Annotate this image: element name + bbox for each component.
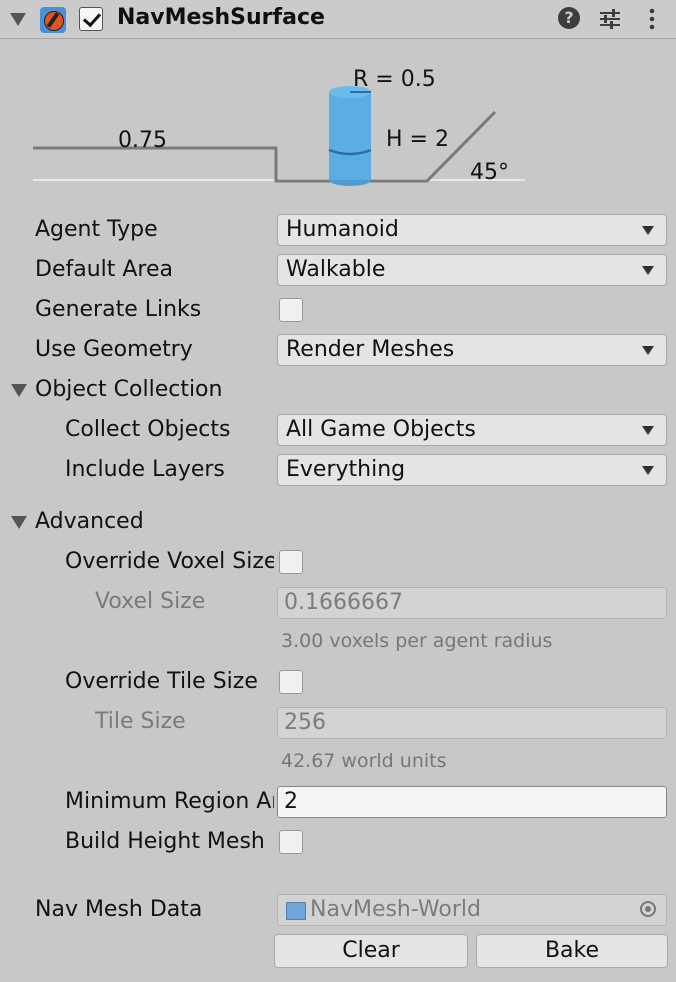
dropdown-arrow-icon — [642, 266, 654, 275]
clear-button[interactable]: Clear — [274, 934, 468, 968]
advanced-header[interactable]: Advanced — [35, 509, 144, 534]
tile-size-field: 256 — [277, 707, 667, 739]
voxel-size-field: 0.1666667 — [277, 587, 667, 619]
dropdown-arrow-icon — [642, 346, 654, 355]
help-icon[interactable]: ? — [558, 7, 580, 29]
checkmark-icon — [82, 8, 102, 28]
include-layers-dropdown[interactable]: Everything — [277, 454, 667, 486]
component-title: NavMeshSurface — [117, 5, 325, 30]
override-tile-size-label: Override Tile Size — [65, 669, 258, 694]
override-voxel-size-checkbox[interactable] — [279, 550, 303, 574]
voxel-help-text: 3.00 voxels per agent radius — [281, 630, 553, 652]
default-area-label: Default Area — [35, 257, 174, 282]
tile-help-text: 42.67 world units — [281, 750, 447, 772]
bake-button[interactable]: Bake — [476, 934, 668, 968]
collapse-arrow-icon[interactable] — [10, 13, 26, 26]
object-picker-icon[interactable] — [640, 901, 656, 917]
agent-diagram: R = 0.5 H = 2 0.75 45° — [33, 67, 525, 186]
include-layers-value: Everything — [286, 457, 406, 482]
diagram-agent-cylinder — [329, 92, 371, 180]
agent-type-label: Agent Type — [35, 217, 158, 242]
build-height-mesh-label: Build Height Mesh — [65, 829, 265, 854]
radius-label: R = 0.5 — [353, 67, 436, 92]
dropdown-arrow-icon — [642, 466, 654, 475]
agent-type-dropdown[interactable]: Humanoid — [277, 214, 667, 246]
height-label: H = 2 — [386, 127, 449, 152]
presets-icon[interactable] — [598, 7, 622, 31]
use-geometry-value: Render Meshes — [286, 337, 455, 362]
default-area-dropdown[interactable]: Walkable — [277, 254, 667, 286]
navmesh-asset-icon — [286, 902, 306, 920]
minimum-region-area-label: Minimum Region Area — [65, 789, 274, 814]
generate-links-checkbox[interactable] — [279, 298, 303, 322]
collect-objects-value: All Game Objects — [286, 417, 476, 442]
collect-objects-dropdown[interactable]: All Game Objects — [277, 414, 667, 446]
build-height-mesh-checkbox[interactable] — [279, 830, 303, 854]
component-enabled-checkbox[interactable] — [79, 7, 103, 31]
default-area-value: Walkable — [286, 257, 386, 282]
voxel-size-label: Voxel Size — [95, 589, 206, 614]
agent-type-value: Humanoid — [286, 217, 399, 242]
generate-links-label: Generate Links — [35, 297, 202, 322]
use-geometry-dropdown[interactable]: Render Meshes — [277, 334, 667, 366]
dropdown-arrow-icon — [642, 426, 654, 435]
use-geometry-label: Use Geometry — [35, 337, 193, 362]
navmesh-component-icon — [40, 7, 66, 33]
step-height-label: 0.75 — [118, 128, 167, 153]
nav-mesh-data-value: NavMesh-World — [310, 897, 481, 922]
component-header: NavMeshSurface ? — [0, 0, 676, 39]
override-tile-size-checkbox[interactable] — [279, 670, 303, 694]
dropdown-arrow-icon — [642, 226, 654, 235]
object-collection-header[interactable]: Object Collection — [35, 377, 222, 402]
minimum-region-area-input[interactable]: 2 — [277, 786, 667, 818]
object-collection-foldout-icon[interactable] — [11, 384, 27, 397]
tile-size-label: Tile Size — [95, 709, 186, 734]
advanced-foldout-icon[interactable] — [11, 516, 27, 529]
slope-label: 45° — [470, 160, 509, 185]
collect-objects-label: Collect Objects — [65, 417, 231, 442]
nav-mesh-data-field[interactable]: NavMesh-World — [277, 894, 667, 926]
include-layers-label: Include Layers — [65, 457, 225, 482]
nav-mesh-data-label: Nav Mesh Data — [35, 897, 203, 922]
override-voxel-size-label: Override Voxel Size — [65, 549, 274, 574]
more-options-icon[interactable] — [640, 7, 664, 31]
